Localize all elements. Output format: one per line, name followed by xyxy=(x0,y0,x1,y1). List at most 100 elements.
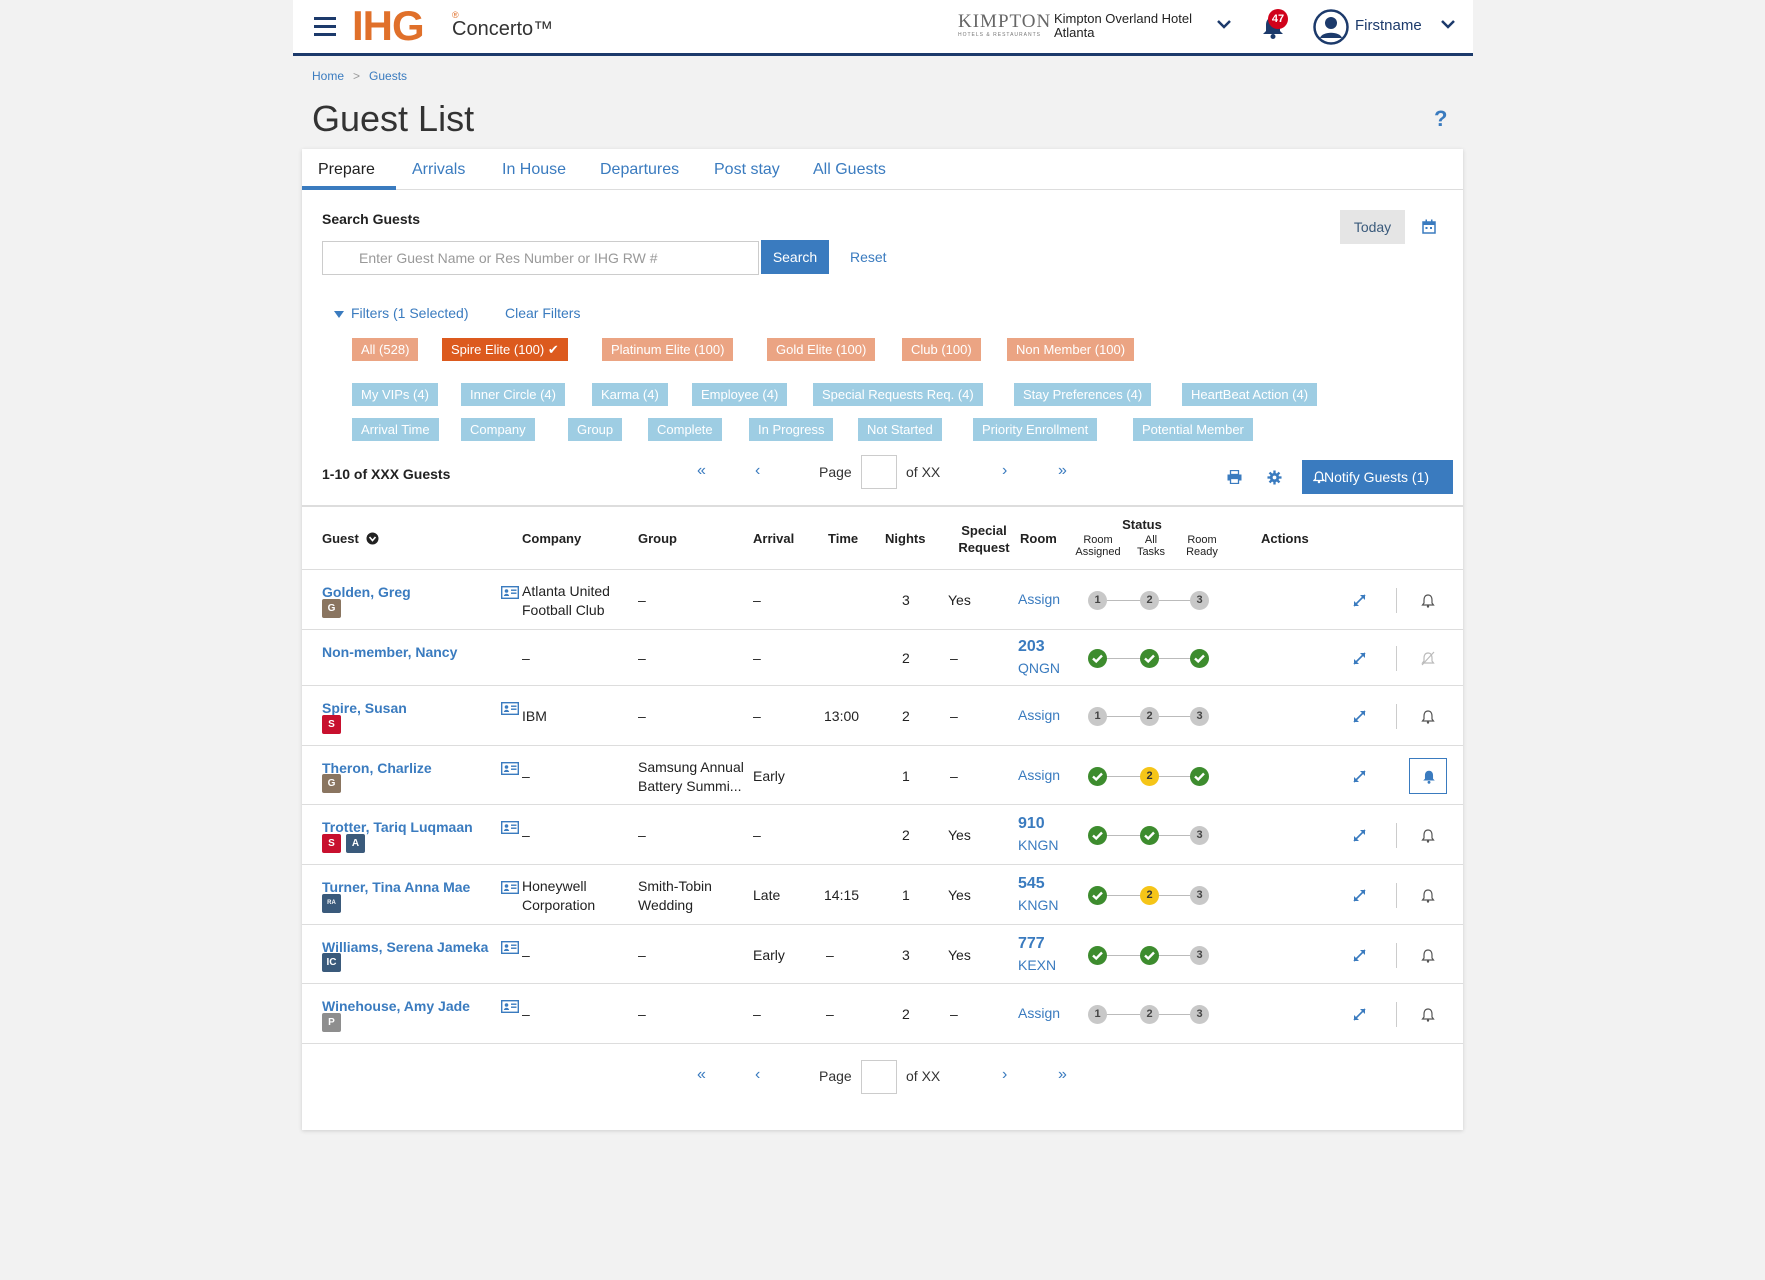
guest-profile-card-icon[interactable] xyxy=(500,999,520,1018)
breadcrumb-guests[interactable]: Guests xyxy=(369,69,407,83)
next-page-button[interactable]: › xyxy=(1002,462,1007,480)
assign-room-link[interactable]: Assign xyxy=(1018,1005,1060,1021)
hotel-city[interactable]: Atlanta xyxy=(1054,25,1094,40)
expand-icon[interactable] xyxy=(1353,652,1366,670)
guest-name-link[interactable]: Golden, Greg xyxy=(322,584,411,600)
hotel-name[interactable]: Kimpton Overland Hotel xyxy=(1054,11,1192,26)
search-button[interactable]: Search xyxy=(761,240,829,274)
filter-chip-potential-member[interactable]: Potential Member xyxy=(1133,418,1253,441)
chip-label: My VIPs (4) xyxy=(361,387,429,402)
search-input[interactable] xyxy=(322,241,759,275)
guest-name-link[interactable]: Trotter, Tariq Luqmaan xyxy=(322,819,473,835)
filter-chip-all[interactable]: All (528) xyxy=(352,338,419,361)
avatar[interactable] xyxy=(1313,9,1349,45)
filter-chip-in-progress[interactable]: In Progress xyxy=(749,418,834,441)
expand-icon[interactable] xyxy=(1353,949,1366,967)
guest-name-link[interactable]: Winehouse, Amy Jade xyxy=(322,998,470,1014)
tab-all-guests[interactable]: All Guests xyxy=(813,161,886,179)
page-number-input[interactable] xyxy=(861,1060,897,1094)
guest-profile-card-icon[interactable] xyxy=(500,880,520,899)
filter-chip-club[interactable]: Club (100) xyxy=(902,338,981,361)
filter-chip-stay-preferences[interactable]: Stay Preferences (4) xyxy=(1014,383,1152,406)
bell-icon[interactable] xyxy=(1421,709,1435,729)
bell-icon[interactable] xyxy=(1421,888,1435,908)
filter-chip-spire-elite[interactable]: Spire Elite (100) ✔ xyxy=(442,338,568,361)
room-number-link[interactable]: 545 xyxy=(1018,875,1045,893)
last-page-button[interactable]: » xyxy=(1058,1066,1067,1084)
guest-profile-card-icon[interactable] xyxy=(500,761,520,780)
assign-room-link[interactable]: Assign xyxy=(1018,591,1060,607)
filter-chip-group[interactable]: Group xyxy=(568,418,623,441)
hamburger-menu-icon[interactable] xyxy=(314,17,336,36)
last-page-button[interactable]: » xyxy=(1058,462,1067,480)
user-name[interactable]: Firstname xyxy=(1355,17,1422,34)
filter-chip-platinum-elite[interactable]: Platinum Elite (100) xyxy=(602,338,734,361)
filter-chip-non-member[interactable]: Non Member (100) xyxy=(1007,338,1135,361)
filter-chip-employee[interactable]: Employee (4) xyxy=(692,383,788,406)
guest-profile-card-icon[interactable] xyxy=(500,701,520,720)
sort-icon[interactable] xyxy=(366,532,379,545)
room-number-link[interactable]: 777 xyxy=(1018,935,1045,953)
expand-icon[interactable] xyxy=(1353,770,1366,788)
tab-post-stay[interactable]: Post stay xyxy=(714,161,780,179)
next-page-button[interactable]: › xyxy=(1002,1066,1007,1084)
caret-down-icon[interactable] xyxy=(334,311,344,318)
filter-chip-priority-enrollment[interactable]: Priority Enrollment xyxy=(973,418,1098,441)
chevron-down-icon[interactable] xyxy=(1441,19,1455,29)
gear-icon[interactable] xyxy=(1267,470,1282,485)
filter-chip-company[interactable]: Company xyxy=(461,418,535,441)
expand-icon[interactable] xyxy=(1353,710,1366,728)
notify-guest-button-active[interactable] xyxy=(1409,758,1447,794)
first-page-button[interactable]: « xyxy=(697,1066,706,1084)
prev-page-button[interactable]: ‹ xyxy=(755,1066,760,1084)
expand-icon[interactable] xyxy=(1353,594,1366,612)
bell-icon[interactable] xyxy=(1421,948,1435,968)
guest-profile-card-icon[interactable] xyxy=(500,940,520,959)
guest-profile-card-icon[interactable] xyxy=(500,820,520,839)
guest-name-link[interactable]: Williams, Serena Jameka xyxy=(322,939,488,955)
filter-chip-not-started[interactable]: Not Started xyxy=(858,418,942,441)
assign-room-link[interactable]: Assign xyxy=(1018,707,1060,723)
room-number-link[interactable]: 203 xyxy=(1018,638,1045,656)
today-button[interactable]: Today xyxy=(1340,210,1405,244)
column-guest[interactable]: Guest xyxy=(322,531,359,546)
calendar-icon[interactable] xyxy=(1422,219,1436,234)
guest-profile-card-icon[interactable] xyxy=(500,585,520,604)
bell-icon[interactable] xyxy=(1421,828,1435,848)
filter-chip-special-requests[interactable]: Special Requests Req. (4) xyxy=(813,383,983,406)
filter-chip-gold-elite[interactable]: Gold Elite (100) xyxy=(767,338,876,361)
expand-icon[interactable] xyxy=(1353,889,1366,907)
nights-cell: 3 xyxy=(902,592,910,608)
help-icon[interactable]: ? xyxy=(1434,106,1447,132)
action-divider xyxy=(1396,588,1397,613)
guest-name-link[interactable]: Spire, Susan xyxy=(322,700,407,716)
breadcrumb-home[interactable]: Home xyxy=(312,69,344,83)
assign-room-link[interactable]: Assign xyxy=(1018,767,1060,783)
first-page-button[interactable]: « xyxy=(697,462,706,480)
prev-page-button[interactable]: ‹ xyxy=(755,462,760,480)
guest-name-link[interactable]: Non-member, Nancy xyxy=(322,644,457,660)
filter-chip-karma[interactable]: Karma (4) xyxy=(592,383,668,406)
print-icon[interactable] xyxy=(1227,470,1242,484)
reset-link[interactable]: Reset xyxy=(850,249,887,265)
ihg-logo: IHG xyxy=(352,2,425,49)
filter-chip-arrival-time[interactable]: Arrival Time xyxy=(352,418,439,441)
filter-chip-heartbeat-action[interactable]: HeartBeat Action (4) xyxy=(1182,383,1318,406)
tab-arrivals[interactable]: Arrivals xyxy=(412,161,465,179)
guest-name-link[interactable]: Turner, Tina Anna Mae xyxy=(322,879,470,895)
tab-departures[interactable]: Departures xyxy=(600,161,679,179)
bell-icon[interactable] xyxy=(1421,593,1435,613)
filter-chip-inner-circle[interactable]: Inner Circle (4) xyxy=(461,383,565,406)
expand-icon[interactable] xyxy=(1353,829,1366,847)
filters-toggle[interactable]: Filters (1 Selected) xyxy=(351,305,468,321)
clear-filters-link[interactable]: Clear Filters xyxy=(505,305,580,321)
page-number-input[interactable] xyxy=(861,455,897,489)
expand-icon[interactable] xyxy=(1353,1008,1366,1026)
filter-chip-my-vips[interactable]: My VIPs (4) xyxy=(352,383,438,406)
chevron-down-icon[interactable] xyxy=(1217,19,1231,29)
room-number-link[interactable]: 910 xyxy=(1018,815,1045,833)
tab-prepare[interactable]: Prepare xyxy=(318,161,375,179)
filter-chip-complete[interactable]: Complete xyxy=(648,418,722,441)
tab-in-house[interactable]: In House xyxy=(502,161,566,179)
bell-icon[interactable] xyxy=(1421,1007,1435,1027)
